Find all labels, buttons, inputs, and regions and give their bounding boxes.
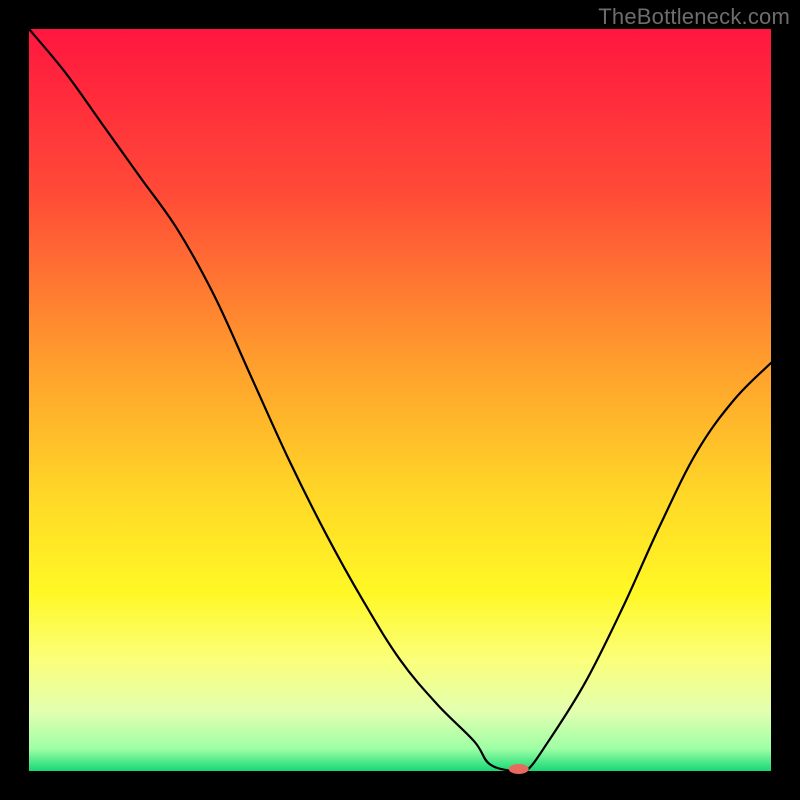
bottleneck-chart [0,0,800,800]
chart-frame: TheBottleneck.com [0,0,800,800]
watermark-text: TheBottleneck.com [598,4,790,30]
optimal-marker [509,764,529,774]
